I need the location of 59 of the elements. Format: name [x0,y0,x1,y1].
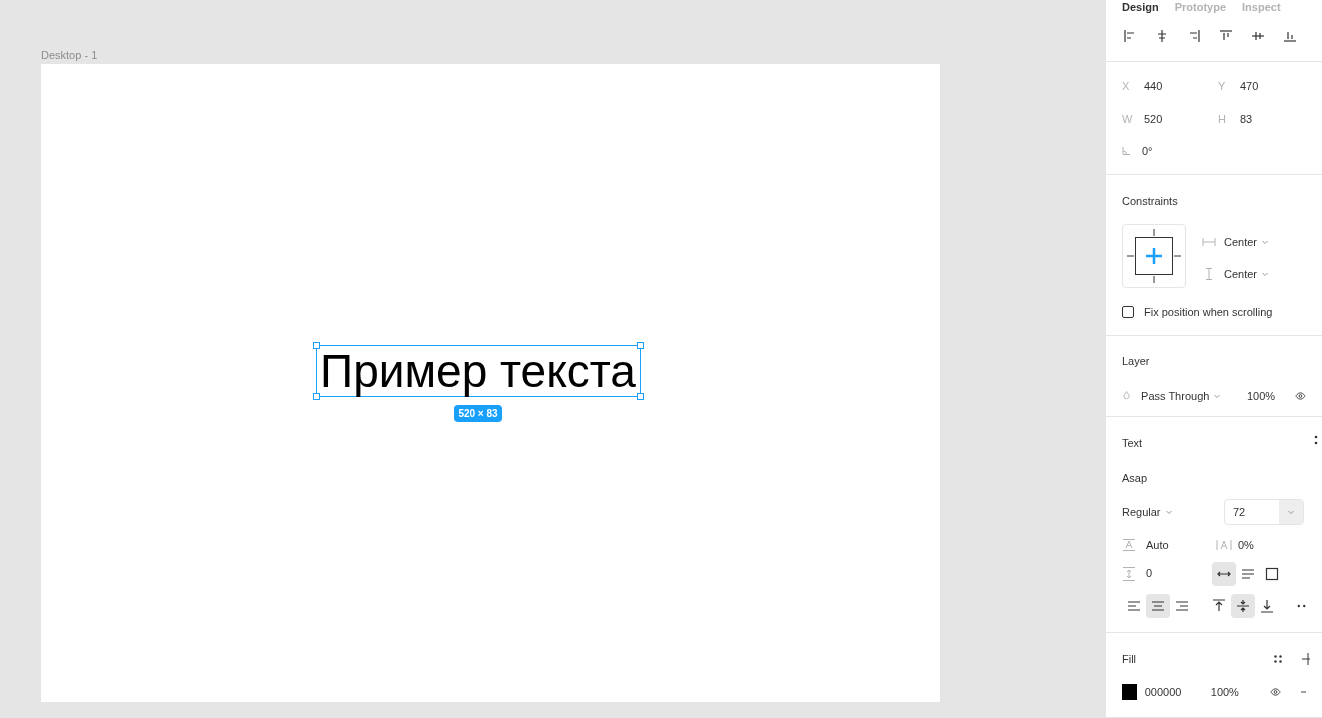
section-title: Layer [1122,354,1151,369]
vertical-align-middle-button[interactable] [1230,593,1255,618]
caret-icon [1261,270,1270,279]
checkbox-label: Fix position when scrolling [1144,304,1273,320]
font-style-dropdown[interactable]: Regular [1122,503,1173,521]
field-label: X [1122,79,1131,94]
constraint-widget[interactable] [1122,223,1186,288]
vertical-align-middle-icon [1234,597,1251,614]
constraint-box-drawing [1126,227,1182,284]
number-field[interactable]: 470 [1240,78,1259,95]
eye-icon[interactable] [1295,390,1306,401]
eye-icon[interactable] [1269,686,1281,697]
caret-icon [1164,508,1173,516]
style-dots-icon[interactable] [1314,435,1318,445]
font-size-field[interactable]: 72 [1224,499,1304,525]
auto-width-resize-button[interactable] [1212,561,1236,586]
section-title: Text [1122,436,1143,451]
horizontal-constraint-icon [1202,237,1216,246]
panel-tab[interactable]: Design [1122,0,1159,16]
resize-handle[interactable] [312,392,320,400]
font-family-dropdown[interactable]: Asap [1122,469,1306,486]
field-label: Y [1218,79,1227,94]
vertical-align-top-icon [1210,597,1227,614]
line-height-field[interactable]: Auto [1146,537,1216,554]
section-title: Fill [1122,652,1137,667]
vertical-constraint-dropdown[interactable]: Center [1224,266,1270,283]
resize-handle[interactable] [636,392,644,400]
paragraph-spacing-icon [1122,565,1136,582]
letter-spacing-field[interactable]: 0% [1238,537,1254,554]
number-field[interactable]: 520 [1144,110,1163,127]
fill-hex-value[interactable]: 000000 [1144,683,1211,700]
fill-opacity[interactable]: 100% [1210,683,1270,700]
horizontal-constraint-dropdown[interactable]: Center [1224,233,1270,250]
field-label: W [1122,111,1132,127]
layer-opacity[interactable]: 100% [1246,387,1276,404]
blend-mode-dropdown[interactable]: Pass Through [1141,387,1241,404]
fixed-icon [1264,565,1280,582]
checkbox[interactable] [1122,305,1134,318]
number-field[interactable]: 83 [1240,110,1253,127]
color-swatch[interactable] [1122,683,1137,700]
more-options-icon[interactable] [1296,603,1306,608]
blend-drop-icon [1122,389,1132,402]
letter-spacing-icon [1216,539,1232,552]
number-field[interactable]: 440 [1144,78,1163,95]
caret-icon [1287,508,1295,516]
line-height-icon [1122,539,1136,552]
rotation-field[interactable]: 0° [1142,143,1153,160]
text-align-center-button[interactable] [1146,593,1170,618]
field-label: H [1218,111,1227,127]
resize-handle[interactable] [636,341,644,349]
styles-grid-icon[interactable] [1274,655,1282,664]
remove-icon[interactable] [1300,690,1306,693]
size-badge: 520 × 83 [454,404,502,422]
angle-icon [1122,147,1130,156]
vertical-align-bottom-icon [1258,597,1275,614]
section-title: Constraints [1122,194,1179,209]
resize-handle[interactable] [312,341,320,349]
paragraph-spacing-field[interactable]: 0 [1146,565,1212,582]
add-icon[interactable] [1302,653,1310,666]
